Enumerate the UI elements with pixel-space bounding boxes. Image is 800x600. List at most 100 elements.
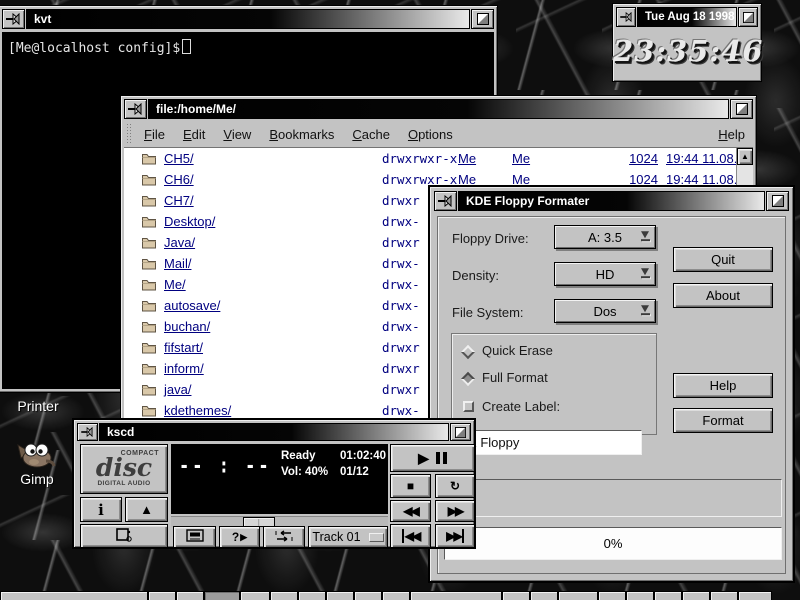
floppy-window-title[interactable]: KDE Floppy Formater xyxy=(458,191,765,211)
format-button[interactable]: Format xyxy=(673,408,773,433)
taskbar-button[interactable] xyxy=(654,591,682,600)
floppy-drive-select[interactable]: A: 3.5 xyxy=(554,225,656,249)
cd-logo-button[interactable]: COMPACT disc DIGITAL AUDIO xyxy=(80,444,168,494)
file-name-link[interactable]: Me/ xyxy=(164,277,186,292)
folder-icon[interactable] xyxy=(142,278,156,296)
folder-icon[interactable] xyxy=(142,257,156,275)
taskbar-button[interactable] xyxy=(148,591,176,600)
taskbar-button[interactable] xyxy=(738,591,772,600)
file-name-link[interactable]: CH5/ xyxy=(164,151,194,166)
kscd-titlebar[interactable]: kscd xyxy=(77,423,471,441)
previous-track-button[interactable]: ◀◀ xyxy=(390,524,431,548)
menu-edit[interactable]: Edit xyxy=(183,127,205,142)
taskbar-button[interactable] xyxy=(410,591,502,600)
taskbar-button[interactable] xyxy=(710,591,738,600)
file-name-link[interactable]: Mail/ xyxy=(164,256,191,271)
taskbar-button[interactable] xyxy=(204,591,240,600)
file-name-link[interactable]: autosave/ xyxy=(164,298,220,313)
taskbar-button[interactable] xyxy=(270,591,298,600)
taskbar-button[interactable] xyxy=(682,591,710,600)
maximize-icon[interactable] xyxy=(738,7,758,27)
maximize-icon[interactable] xyxy=(730,99,753,119)
taskbar-button[interactable] xyxy=(298,591,326,600)
maximize-icon[interactable] xyxy=(766,191,789,211)
maximize-icon[interactable] xyxy=(450,423,471,441)
eject-button[interactable]: ▲ xyxy=(125,497,168,522)
kscd-window-title[interactable]: kscd xyxy=(99,423,449,441)
floppy-titlebar[interactable]: KDE Floppy Formater xyxy=(434,191,789,211)
desktop-icon-gimp[interactable]: Gimp xyxy=(14,471,60,487)
folder-icon[interactable] xyxy=(142,236,156,254)
taskbar-button[interactable] xyxy=(354,591,382,600)
taskbar-button[interactable] xyxy=(326,591,354,600)
file-name-link[interactable]: Desktop/ xyxy=(164,214,215,229)
desktop-icon-printer[interactable]: Printer xyxy=(6,398,70,414)
cddb-dialog-button[interactable] xyxy=(173,526,216,548)
folder-icon[interactable] xyxy=(142,299,156,317)
quick-erase-label[interactable]: Quick Erase xyxy=(482,343,553,358)
stop-button[interactable]: ■ xyxy=(390,474,431,498)
clock-titlebar[interactable]: Tue Aug 18 1998 xyxy=(616,7,758,27)
folder-icon[interactable] xyxy=(142,173,156,191)
file-name-link[interactable]: CH7/ xyxy=(164,193,194,208)
pin-icon[interactable] xyxy=(77,423,98,441)
about-button[interactable]: About xyxy=(673,283,773,308)
menu-file[interactable]: File xyxy=(144,127,165,142)
play-pause-button[interactable]: ▶ xyxy=(390,444,475,472)
taskbar-button[interactable] xyxy=(0,591,148,600)
folder-icon[interactable] xyxy=(142,383,156,401)
folder-icon[interactable] xyxy=(142,362,156,380)
playlist-button[interactable] xyxy=(263,526,305,548)
menu-help[interactable]: Help xyxy=(718,127,745,142)
taskbar-button[interactable] xyxy=(240,591,270,600)
folder-icon[interactable] xyxy=(142,320,156,338)
file-name-link[interactable]: fifstart/ xyxy=(164,340,203,355)
kvt-titlebar[interactable]: kvt xyxy=(2,9,494,29)
folder-icon[interactable] xyxy=(142,194,156,212)
file-name-link[interactable]: CH6/ xyxy=(164,172,194,187)
kfm-titlebar[interactable]: file:/home/Me/ xyxy=(124,99,753,119)
file-name-link[interactable]: buchan/ xyxy=(164,319,210,334)
info-button[interactable]: i xyxy=(80,497,122,522)
repeat-button[interactable]: ↻ xyxy=(435,474,475,498)
create-label-checkbox[interactable] xyxy=(463,401,474,412)
create-label-text[interactable]: Create Label: xyxy=(482,399,560,414)
pin-icon[interactable] xyxy=(434,191,457,211)
file-group-link[interactable]: Me xyxy=(512,151,530,166)
folder-icon[interactable] xyxy=(142,152,156,170)
file-size-link[interactable]: 1024 xyxy=(624,151,658,166)
file-name-link[interactable]: inform/ xyxy=(164,361,204,376)
cddb-button[interactable] xyxy=(80,524,168,548)
density-select[interactable]: HD xyxy=(554,262,656,286)
file-owner-link[interactable]: Me xyxy=(458,151,476,166)
kfm-window-title[interactable]: file:/home/Me/ xyxy=(148,99,729,119)
filesystem-select[interactable]: Dos xyxy=(554,299,656,323)
menu-bookmarks[interactable]: Bookmarks xyxy=(269,127,334,142)
file-name-link[interactable]: java/ xyxy=(164,382,191,397)
menubar-gripper[interactable] xyxy=(126,123,132,145)
quit-button[interactable]: Quit xyxy=(673,247,773,272)
taskbar-button[interactable] xyxy=(530,591,558,600)
taskbar-button[interactable] xyxy=(598,591,626,600)
pin-icon[interactable] xyxy=(616,7,636,27)
taskbar-button[interactable] xyxy=(176,591,204,600)
pin-icon[interactable] xyxy=(2,9,25,29)
help-button[interactable]: Help xyxy=(673,373,773,398)
menu-view[interactable]: View xyxy=(223,127,251,142)
taskbar-button[interactable] xyxy=(382,591,410,600)
menu-options[interactable]: Options xyxy=(408,127,453,142)
folder-icon[interactable] xyxy=(142,341,156,359)
rewind-button[interactable]: ◀◀ xyxy=(390,500,431,522)
scrollbar-up-icon[interactable]: ▲ xyxy=(737,148,753,165)
next-track-button[interactable]: ▶▶ xyxy=(435,524,475,548)
taskbar-button[interactable] xyxy=(502,591,530,600)
fast-forward-button[interactable]: ▶▶ xyxy=(435,500,475,522)
taskbar-button[interactable] xyxy=(558,591,598,600)
purchase-button[interactable]: ?▶ xyxy=(219,526,260,548)
menu-cache[interactable]: Cache xyxy=(352,127,390,142)
kvt-window-title[interactable]: kvt xyxy=(26,9,470,29)
folder-icon[interactable] xyxy=(142,215,156,233)
clock-date-title[interactable]: Tue Aug 18 1998 xyxy=(637,7,737,27)
maximize-icon[interactable] xyxy=(471,9,494,29)
file-name-link[interactable]: kdethemes/ xyxy=(164,403,231,418)
